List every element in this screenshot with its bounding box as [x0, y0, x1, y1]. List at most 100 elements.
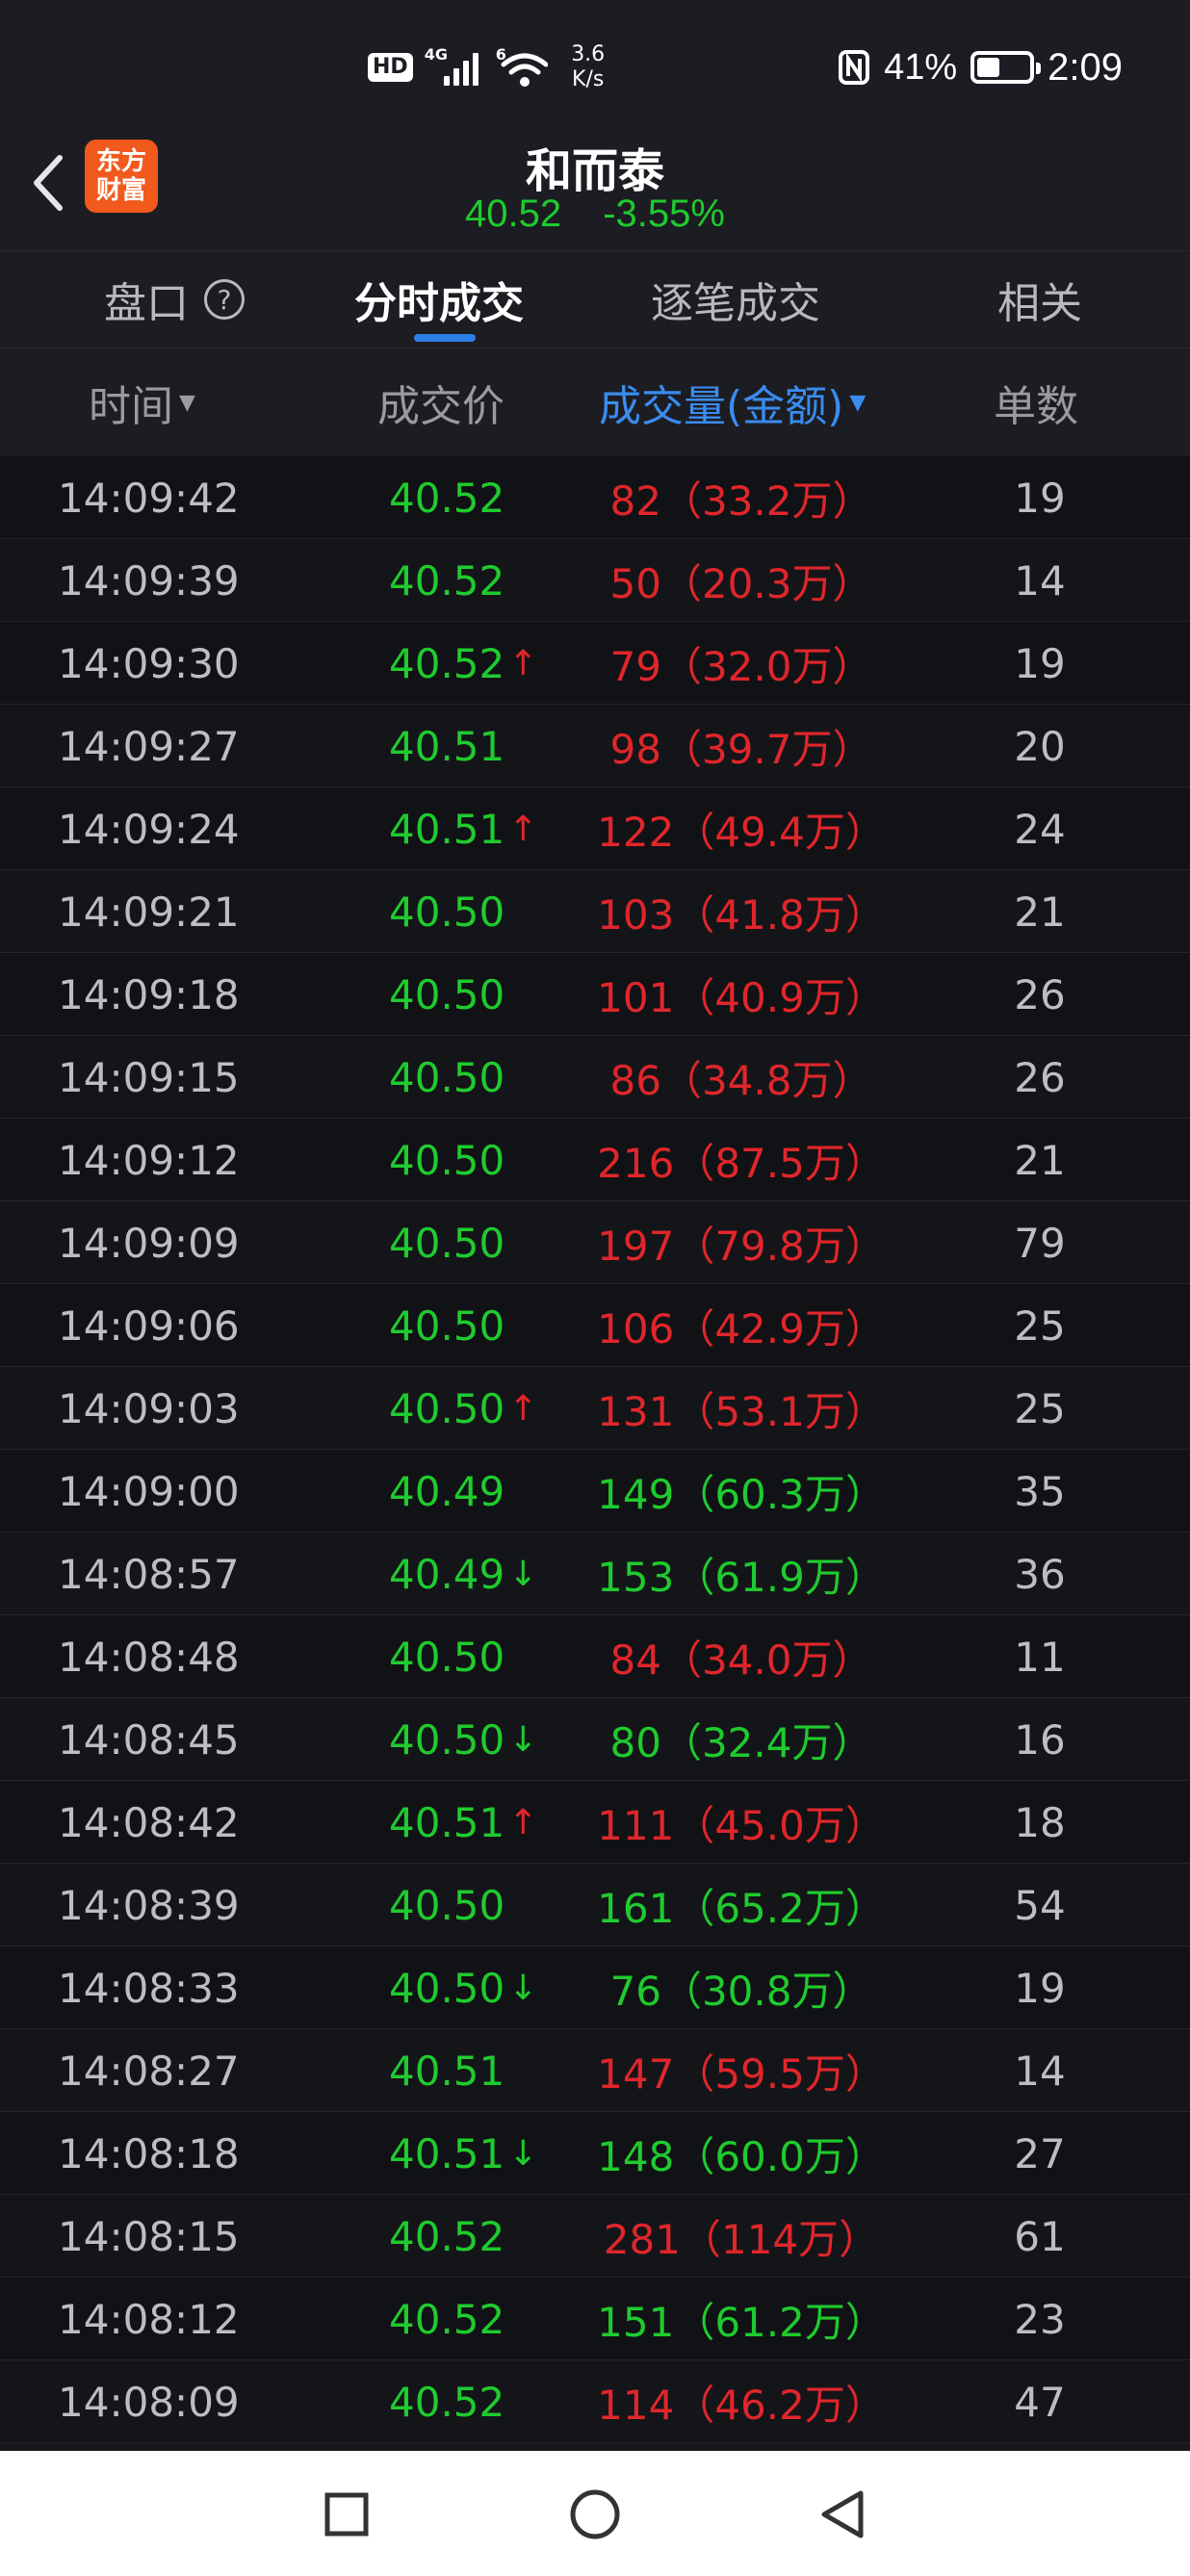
trade-time: 14:09:39: [58, 556, 240, 605]
trade-price-value: 40.50: [389, 1219, 505, 1267]
trade-row: 14:08:42 40.51 ↑ 111（45.0万） 18: [0, 1781, 1190, 1864]
trade-row: 14:09:12 40.50 216（87.5万） 21: [0, 1119, 1190, 1201]
trade-price-value: 40.51: [389, 2129, 505, 2177]
column-volume[interactable]: 成交量(金额) ▼: [599, 348, 866, 456]
wifi-version: 6: [495, 45, 506, 64]
recent-apps-button[interactable]: [320, 2487, 374, 2541]
trade-volume: 147（59.5万）: [597, 2049, 886, 2098]
trade-price-value: 40.50: [389, 1301, 505, 1350]
trade-volume: 98（39.7万）: [609, 725, 873, 773]
active-tab-indicator: [414, 334, 476, 342]
column-time[interactable]: 时间 ▼: [89, 348, 195, 456]
trade-count: 19: [1014, 1964, 1066, 2012]
trade-time: 14:09:27: [58, 722, 240, 770]
trade-price: 40.52: [389, 539, 504, 622]
trade-volume: 84（34.0万）: [609, 1636, 873, 1684]
trade-count: 19: [1014, 474, 1066, 522]
trade-price-value: 40.52: [389, 2295, 505, 2343]
arrow-up-icon: ↑: [508, 1802, 538, 1842]
trade-count: 16: [1014, 1715, 1066, 1764]
trade-time: 14:09:21: [58, 888, 240, 936]
trade-count: 35: [1014, 1467, 1066, 1515]
trade-count: 47: [1014, 2378, 1066, 2426]
trade-volume: 82（33.2万）: [609, 477, 873, 525]
trade-time: 14:08:15: [58, 2212, 240, 2260]
trade-row: 14:09:00 40.49 149（60.3万） 35: [0, 1450, 1190, 1533]
trade-price-value: 40.50: [389, 1384, 505, 1432]
tab-label: 相关: [997, 279, 1082, 328]
trade-volume: 281（114万）: [603, 2215, 880, 2263]
trade-price: 40.52 ↑: [389, 622, 537, 705]
trade-volume: 111（45.0万）: [597, 1801, 886, 1849]
trade-row: 14:09:27 40.51 98（39.7万） 20: [0, 705, 1190, 787]
stock-change-pct: -3.55%: [603, 193, 725, 235]
system-nav-bar: [0, 2451, 1190, 2576]
tab-bar: 盘口 ? 分时成交 逐笔成交 相关: [0, 250, 1190, 348]
trade-count: 24: [1014, 805, 1066, 853]
trade-volume: 80（32.4万）: [609, 1718, 873, 1766]
wifi-icon: 6: [495, 45, 549, 90]
trade-time: 14:08:42: [58, 1798, 240, 1846]
tab-related[interactable]: 相关: [997, 251, 1082, 348]
trade-price-value: 40.50: [389, 1881, 505, 1929]
trade-row: 14:09:18 40.50 101（40.9万） 26: [0, 953, 1190, 1036]
column-volume-label: 成交量(金额): [599, 382, 844, 431]
trade-time: 14:09:06: [58, 1301, 240, 1350]
tab-label: 盘口: [104, 279, 189, 328]
home-button[interactable]: [568, 2487, 622, 2541]
trade-volume: 114（46.2万）: [597, 2381, 886, 2429]
tab-tick-trades[interactable]: 逐笔成交: [651, 251, 820, 348]
trade-volume: 86（34.8万）: [609, 1056, 873, 1104]
trade-count: 21: [1014, 1136, 1066, 1184]
trade-price-value: 40.50: [389, 970, 505, 1018]
trade-price: 40.51: [389, 2029, 504, 2112]
trade-price-value: 40.49: [389, 1467, 505, 1515]
arrow-up-icon: ↑: [508, 643, 538, 683]
trade-price-value: 40.49: [389, 1550, 505, 1598]
nfc-icon: [839, 50, 870, 85]
trade-price-value: 40.52: [389, 474, 505, 522]
trade-row: 14:09:30 40.52 ↑ 79（32.0万） 19: [0, 622, 1190, 705]
trade-price: 40.50: [389, 1201, 504, 1284]
trade-time: 14:08:33: [58, 1964, 240, 2012]
trade-time: 14:08:18: [58, 2129, 240, 2177]
trade-price: 40.51 ↓: [389, 2112, 537, 2195]
trade-count: 25: [1014, 1301, 1066, 1350]
speed-value: 3.6: [571, 42, 606, 66]
trade-volume: 149（60.3万）: [597, 1470, 886, 1518]
trade-time: 14:09:09: [58, 1219, 240, 1267]
tab-time-trades[interactable]: 分时成交: [354, 251, 524, 348]
back-nav-button[interactable]: [816, 2487, 870, 2541]
arrow-up-icon: ↑: [508, 1388, 538, 1429]
trade-price-value: 40.50: [389, 1715, 505, 1764]
trade-table[interactable]: 14:09:42 40.52 82（33.2万） 19 14:09:39 40.52 50（…: [0, 456, 1190, 2443]
stock-price: 40.52: [465, 193, 562, 235]
trade-row: 14:08:18 40.51 ↓ 148（60.0万） 27: [0, 2112, 1190, 2195]
trade-count: 25: [1014, 1384, 1066, 1432]
trade-row: 14:08:57 40.49 ↓ 153（61.9万） 36: [0, 1533, 1190, 1615]
help-icon[interactable]: ?: [204, 279, 245, 320]
trade-volume: 122（49.4万）: [597, 808, 886, 856]
column-price: 成交价: [377, 348, 504, 456]
trade-count: 19: [1014, 639, 1066, 687]
tab-label: 逐笔成交: [651, 279, 820, 328]
trade-row: 14:09:15 40.50 86（34.8万） 26: [0, 1036, 1190, 1119]
trade-volume: 101（40.9万）: [597, 973, 886, 1021]
trade-count: 79: [1014, 1219, 1066, 1267]
trade-count: 20: [1014, 722, 1066, 770]
tab-order-book[interactable]: 盘口 ?: [104, 251, 245, 348]
trade-count: 27: [1014, 2129, 1066, 2177]
trade-count: 26: [1014, 1053, 1066, 1101]
trade-volume: 76（30.8万）: [609, 1967, 873, 2015]
trade-row: 14:09:21 40.50 103（41.8万） 21: [0, 870, 1190, 953]
trade-row: 14:08:39 40.50 161（65.2万） 54: [0, 1864, 1190, 1946]
hd-badge: HD: [368, 53, 413, 82]
trade-row: 14:09:03 40.50 ↑ 131（53.1万） 25: [0, 1367, 1190, 1450]
trade-time: 14:09:03: [58, 1384, 240, 1432]
trade-volume: 148（60.0万）: [597, 2132, 886, 2180]
trade-row: 14:09:42 40.52 82（33.2万） 19: [0, 456, 1190, 539]
arrow-down-icon: ↓: [508, 2133, 538, 2174]
trade-price: 40.50 ↓: [389, 1946, 537, 2029]
trade-count: 21: [1014, 888, 1066, 936]
trade-price-value: 40.50: [389, 1964, 505, 2012]
